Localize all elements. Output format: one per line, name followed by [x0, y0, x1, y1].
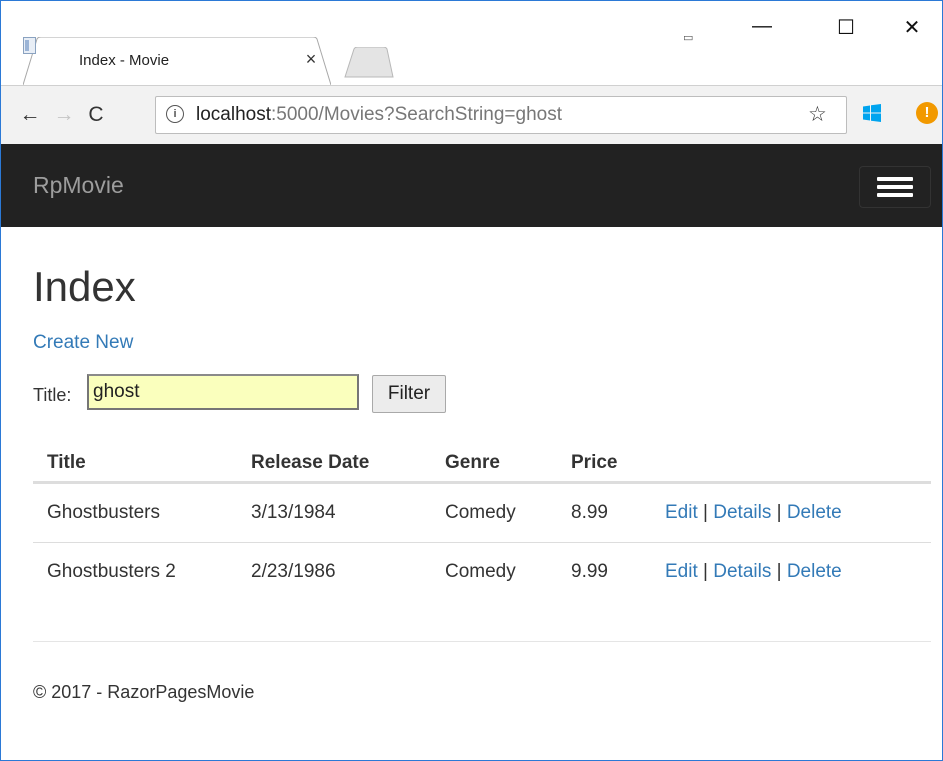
forward-arrow-icon[interactable]: →: [51, 102, 77, 128]
header-price: Price: [557, 445, 651, 484]
details-link[interactable]: Details: [713, 561, 771, 582]
cell-release-date: 2/23/1986: [251, 561, 336, 582]
site-navbar: RpMovie: [1, 144, 942, 227]
search-label: Title:: [33, 385, 72, 405]
cell-release-date: 3/13/1984: [237, 482, 431, 543]
details-link[interactable]: Details: [713, 502, 771, 523]
page-title: Index: [33, 263, 136, 310]
back-arrow-icon[interactable]: ←: [17, 102, 43, 128]
brand-link[interactable]: RpMovie: [33, 172, 124, 199]
filter-button[interactable]: Filter: [372, 375, 446, 413]
cell-title: Ghostbusters: [33, 482, 237, 543]
table-header-row: Title Release Date Genre Price: [33, 445, 931, 484]
browser-tab[interactable]: Index - Movie ×: [23, 37, 331, 85]
cell-genre: Comedy: [445, 561, 516, 582]
cell-price: 8.99: [557, 482, 651, 543]
browser-window: Index - Movie × ▭ — ☐ ✕ ← → C i localhos…: [0, 0, 943, 761]
restore-small-icon: ▭: [683, 32, 694, 44]
hamburger-bar: [877, 193, 913, 197]
minimize-icon[interactable]: —: [739, 15, 785, 43]
tab-title: Index - Movie: [79, 52, 170, 69]
cell-title: Ghostbusters 2: [47, 561, 176, 582]
reload-icon[interactable]: C: [83, 102, 109, 128]
hamburger-bar: [877, 177, 913, 181]
info-icon[interactable]: i: [166, 105, 184, 123]
edit-link[interactable]: Edit: [665, 561, 698, 582]
footer-text: © 2017 - RazorPagesMovie: [33, 682, 255, 702]
warning-extension-icon[interactable]: !: [916, 102, 938, 124]
cell-price: 9.99: [571, 561, 608, 582]
address-bar[interactable]: i localhost:5000/Movies?SearchString=gho…: [155, 96, 847, 134]
separator: |: [776, 561, 782, 582]
menu-toggle-button[interactable]: [859, 166, 931, 208]
tab-close-icon[interactable]: ×: [301, 49, 321, 70]
url-path: :5000/Movies?SearchString=ghost: [271, 104, 562, 125]
tab-strip: Index - Movie × ▭ — ☐ ✕: [1, 1, 942, 85]
cell-genre: Comedy: [431, 482, 557, 543]
table-row: Ghostbusters 2 2/23/1986 Comedy 9.99 Edi…: [33, 543, 931, 602]
header-genre: Genre: [431, 445, 557, 484]
search-input[interactable]: [87, 374, 359, 410]
new-tab-button[interactable]: [343, 47, 395, 79]
close-window-icon[interactable]: ✕: [889, 15, 935, 43]
create-new-link[interactable]: Create New: [33, 332, 133, 354]
table-row: Ghostbusters 3/13/1984 Comedy 8.99 Edit …: [33, 482, 931, 543]
separator: |: [703, 502, 708, 523]
hamburger-bar: [877, 185, 913, 189]
url-text[interactable]: localhost:5000/Movies?SearchString=ghost: [196, 104, 562, 126]
page-icon: [23, 37, 36, 54]
delete-link[interactable]: Delete: [787, 561, 842, 582]
separator: |: [776, 502, 782, 523]
cell-actions: Edit | Details | Delete: [651, 543, 931, 602]
header-release-date: Release Date: [237, 445, 431, 484]
footer-divider: [33, 641, 931, 642]
windows-extension-icon[interactable]: [863, 104, 881, 122]
separator: |: [703, 561, 708, 582]
url-host: localhost: [196, 104, 271, 125]
cell-actions: Edit | Details | Delete: [651, 482, 931, 543]
delete-link[interactable]: Delete: [787, 502, 842, 523]
edit-link[interactable]: Edit: [665, 502, 698, 523]
header-title: Title: [33, 445, 237, 484]
tab-shape: [23, 37, 331, 85]
movies-table: Title Release Date Genre Price Ghostbust…: [33, 445, 931, 601]
bookmark-star-icon[interactable]: ☆: [808, 102, 827, 127]
browser-toolbar: ← → C i localhost:5000/Movies?SearchStri…: [1, 85, 942, 145]
maximize-icon[interactable]: ☐: [823, 15, 869, 43]
header-actions: [651, 445, 931, 484]
